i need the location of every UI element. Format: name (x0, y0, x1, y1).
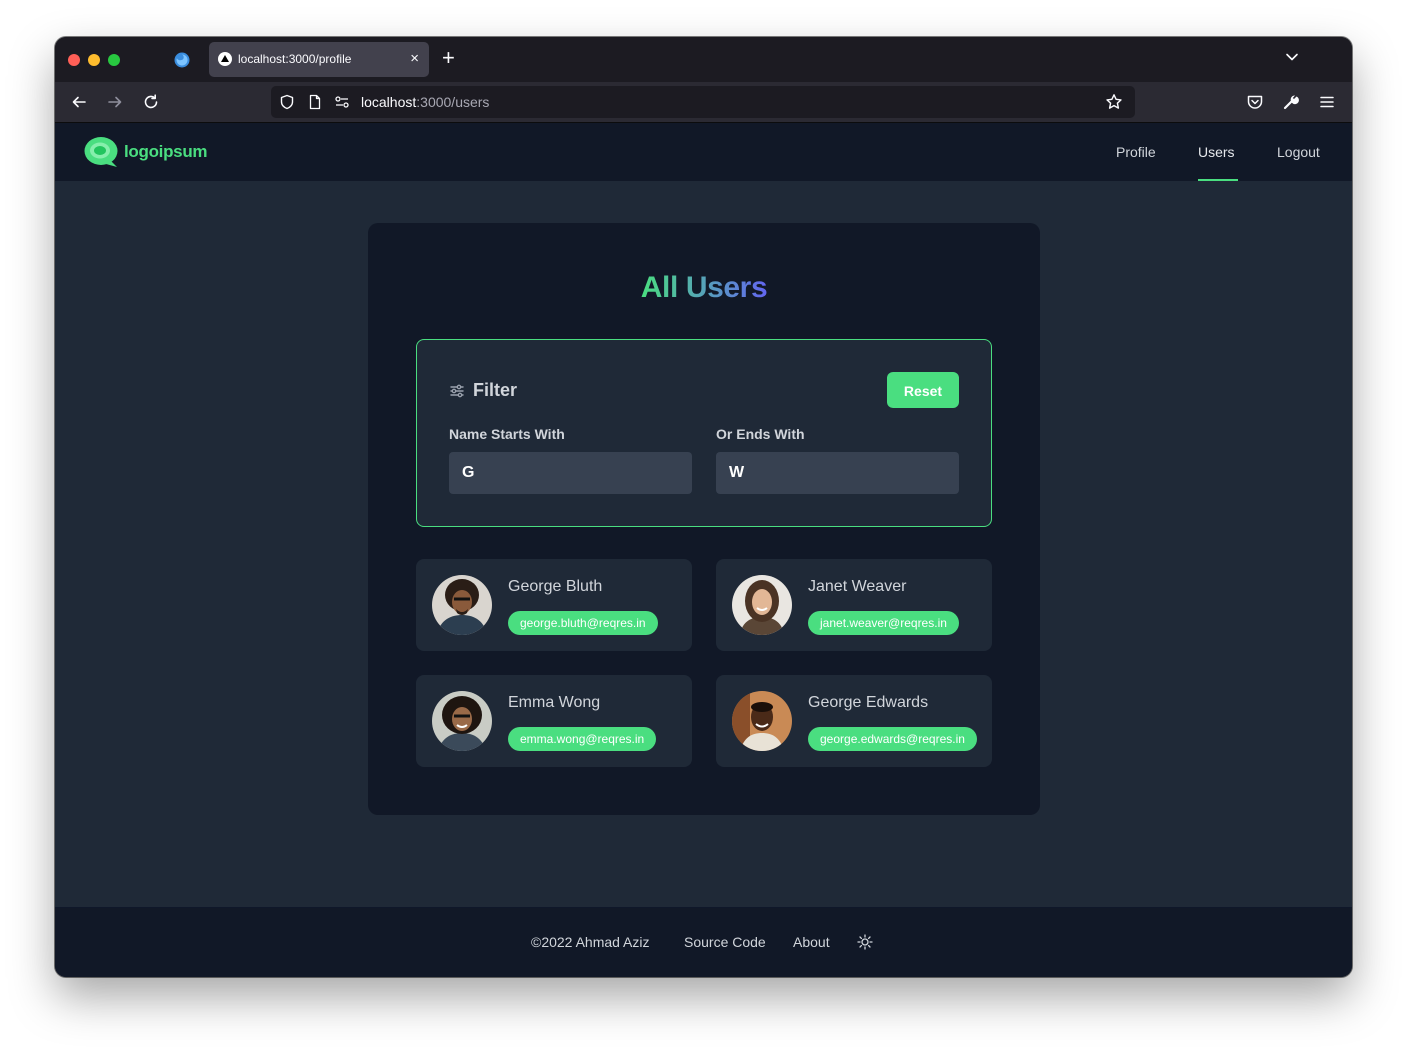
url-path: :3000/users (416, 94, 490, 110)
close-window-button[interactable] (68, 54, 80, 66)
logo[interactable]: logoipsum (84, 136, 208, 168)
site-footer: ©2022 Ahmad Aziz Source Code About (55, 907, 1352, 977)
nav-logout-link[interactable]: Logout (1277, 144, 1320, 160)
nav-profile-link[interactable]: Profile (1116, 144, 1156, 160)
wrench-icon[interactable] (1282, 93, 1300, 111)
hamburger-menu-icon[interactable] (1318, 93, 1336, 111)
avatar (732, 575, 792, 635)
reset-button[interactable]: Reset (887, 372, 959, 408)
web-page: logoipsum Profile Users Logout All Users… (55, 123, 1352, 977)
browser-window: localhost:3000/profile × + localhost:300… (55, 37, 1352, 977)
avatar (432, 691, 492, 751)
user-card[interactable]: Janet Weaver janet.weaver@reqres.in (716, 559, 992, 651)
site-header: logoipsum Profile Users Logout (55, 123, 1352, 181)
minimize-window-button[interactable] (88, 54, 100, 66)
avatar (732, 691, 792, 751)
sun-icon[interactable] (857, 934, 873, 950)
filter-panel: Filter Reset Name Starts With Or Ends Wi… (416, 339, 992, 527)
user-name: Emma Wong (508, 694, 601, 711)
user-name: George Edwards (808, 694, 929, 711)
sliders-icon (450, 384, 464, 397)
close-tab-icon[interactable]: × (410, 51, 419, 66)
bookmark-star-icon[interactable] (1105, 93, 1123, 111)
user-card[interactable]: George Edwards george.edwards@reqres.in (716, 675, 992, 767)
pocket-icon[interactable] (1246, 93, 1264, 111)
url-bar[interactable]: localhost:3000/users (271, 86, 1135, 118)
about-link[interactable]: About (793, 934, 830, 950)
browser-toolbar: localhost:3000/users (55, 82, 1352, 123)
filter-title: Filter (473, 380, 518, 400)
reload-icon[interactable] (142, 93, 160, 111)
user-name: George Bluth (508, 578, 603, 595)
browser-tab[interactable]: localhost:3000/profile × (209, 42, 429, 77)
permissions-icon[interactable] (334, 94, 350, 110)
page-title: All Users (368, 271, 1040, 305)
starts-with-label: Name Starts With (449, 426, 565, 442)
user-email-badge: emma.wong@reqres.in (508, 727, 657, 751)
copyright-text: ©2022 Ahmad Aziz (531, 934, 650, 950)
source-code-link[interactable]: Source Code (684, 934, 766, 950)
forward-icon[interactable] (106, 93, 124, 111)
users-card: All Users Filter Reset Name Starts With … (368, 223, 1040, 815)
ends-with-label: Or Ends With (716, 426, 805, 442)
user-email-badge: janet.weaver@reqres.in (808, 611, 959, 635)
back-icon[interactable] (70, 93, 88, 111)
shield-icon[interactable] (279, 94, 295, 110)
tab-bar: localhost:3000/profile × + (55, 37, 1352, 82)
firefox-view-icon[interactable] (173, 51, 191, 69)
url-text[interactable]: localhost:3000/users (361, 94, 489, 110)
starts-with-input[interactable] (449, 452, 692, 494)
logo-text: logoipsum (124, 142, 208, 161)
filter-header: Filter (449, 380, 517, 401)
nav-users-link[interactable]: Users (1198, 144, 1235, 160)
maximize-window-button[interactable] (108, 54, 120, 66)
nextjs-favicon-icon (218, 52, 232, 66)
speech-bubble-logo-icon (84, 137, 118, 167)
user-email-badge: george.edwards@reqres.in (808, 727, 977, 751)
new-tab-button[interactable]: + (442, 47, 455, 69)
user-card[interactable]: Emma Wong emma.wong@reqres.in (416, 675, 692, 767)
tab-title: localhost:3000/profile (238, 52, 352, 66)
user-email-badge: george.bluth@reqres.in (508, 611, 658, 635)
user-name: Janet Weaver (808, 578, 907, 595)
url-host: localhost (361, 94, 417, 110)
ends-with-input[interactable] (716, 452, 959, 494)
chevron-down-icon[interactable] (1284, 49, 1300, 65)
active-nav-indicator (1198, 179, 1238, 181)
page-title-text: All Users (640, 271, 768, 304)
user-card[interactable]: George Bluth george.bluth@reqres.in (416, 559, 692, 651)
page-icon[interactable] (307, 94, 323, 110)
avatar (432, 575, 492, 635)
